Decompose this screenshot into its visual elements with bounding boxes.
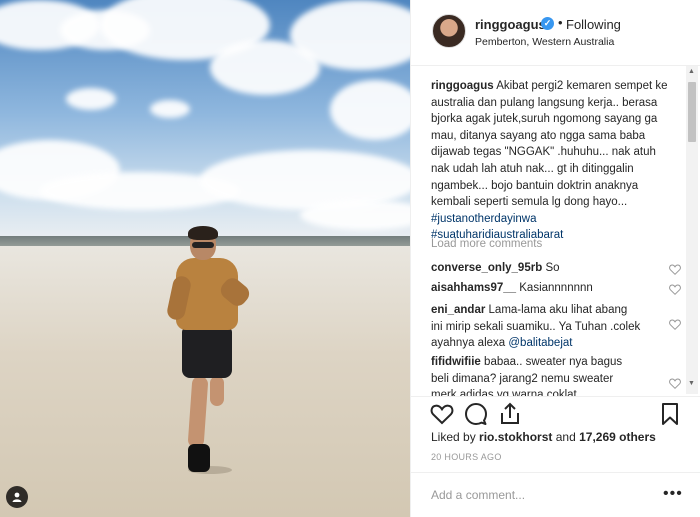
- liked-by-user[interactable]: rio.stokhorst: [479, 430, 552, 444]
- comments-scrollbar[interactable]: ▲ ▼: [686, 66, 698, 394]
- add-comment-bar: •••: [411, 472, 700, 517]
- comment-username[interactable]: aisahhams97__: [431, 282, 516, 294]
- scroll-down-arrow-icon[interactable]: ▼: [688, 380, 695, 387]
- comment-input[interactable]: [431, 485, 651, 505]
- comment-item: converse_only_95rb So: [431, 260, 681, 277]
- separator-dot: •: [558, 15, 563, 30]
- user-tag-icon[interactable]: [6, 486, 28, 508]
- share-icon[interactable]: [497, 401, 523, 427]
- caption-username[interactable]: ringgoagus: [431, 80, 494, 92]
- likes-prefix: Liked by: [431, 430, 476, 444]
- comment-text: So: [545, 262, 560, 274]
- post-photo[interactable]: [0, 0, 410, 517]
- heart-icon[interactable]: [669, 378, 681, 389]
- comments-list[interactable]: ringgoagus Akibat pergi2 kemaren sempet …: [411, 66, 695, 396]
- caption-text: Akibat pergi2 kemaren sempet ke australi…: [431, 80, 668, 209]
- post-side-panel: ringgoagus ✓ • Following Pemberton, West…: [410, 0, 700, 517]
- more-options-icon[interactable]: •••: [663, 485, 683, 503]
- load-more-comments[interactable]: Load more comments: [431, 238, 542, 250]
- runner-figure: [165, 226, 258, 478]
- hashtag-link[interactable]: #justanotherdayinwa: [431, 213, 537, 225]
- likes-count[interactable]: 17,269 others: [579, 430, 656, 444]
- caption: ringgoagus Akibat pergi2 kemaren sempet …: [431, 78, 671, 244]
- likes-and: and: [555, 430, 576, 444]
- mention-link[interactable]: @balitabejat: [508, 337, 572, 349]
- heart-icon[interactable]: [669, 264, 681, 275]
- comment-text: Kasiannnnnnn: [519, 282, 593, 294]
- verified-badge-icon: ✓: [541, 17, 554, 30]
- following-button[interactable]: Following: [566, 17, 621, 32]
- post-username[interactable]: ringgoagus: [475, 17, 546, 32]
- comment-item: aisahhams97__ Kasiannnnnnn: [431, 280, 681, 297]
- comment-item: eni_andar Lama-lama aku lihat abang ini …: [431, 302, 641, 352]
- scrollbar-thumb[interactable]: [688, 82, 696, 142]
- avatar[interactable]: [432, 14, 466, 48]
- post-location[interactable]: Pemberton, Western Australia: [475, 36, 614, 48]
- scroll-up-arrow-icon[interactable]: ▲: [688, 68, 695, 75]
- comment-icon[interactable]: [463, 401, 489, 427]
- post-actions: Liked by rio.stokhorst and 17,269 others…: [411, 396, 700, 472]
- post-timestamp[interactable]: 20 HOURS AGO: [431, 452, 502, 462]
- comment-item: fifidwifiie babaa.. sweater nya bagus be…: [431, 354, 641, 396]
- likes-summary: Liked by rio.stokhorst and 17,269 others: [431, 430, 656, 444]
- heart-icon[interactable]: [429, 401, 455, 427]
- bookmark-icon[interactable]: [657, 401, 683, 427]
- heart-icon[interactable]: [669, 284, 681, 295]
- comment-username[interactable]: eni_andar: [431, 304, 485, 316]
- comment-username[interactable]: fifidwifiie: [431, 356, 481, 368]
- comment-username[interactable]: converse_only_95rb: [431, 262, 542, 274]
- heart-icon[interactable]: [669, 319, 681, 330]
- post-header: ringgoagus ✓ • Following Pemberton, West…: [411, 0, 700, 66]
